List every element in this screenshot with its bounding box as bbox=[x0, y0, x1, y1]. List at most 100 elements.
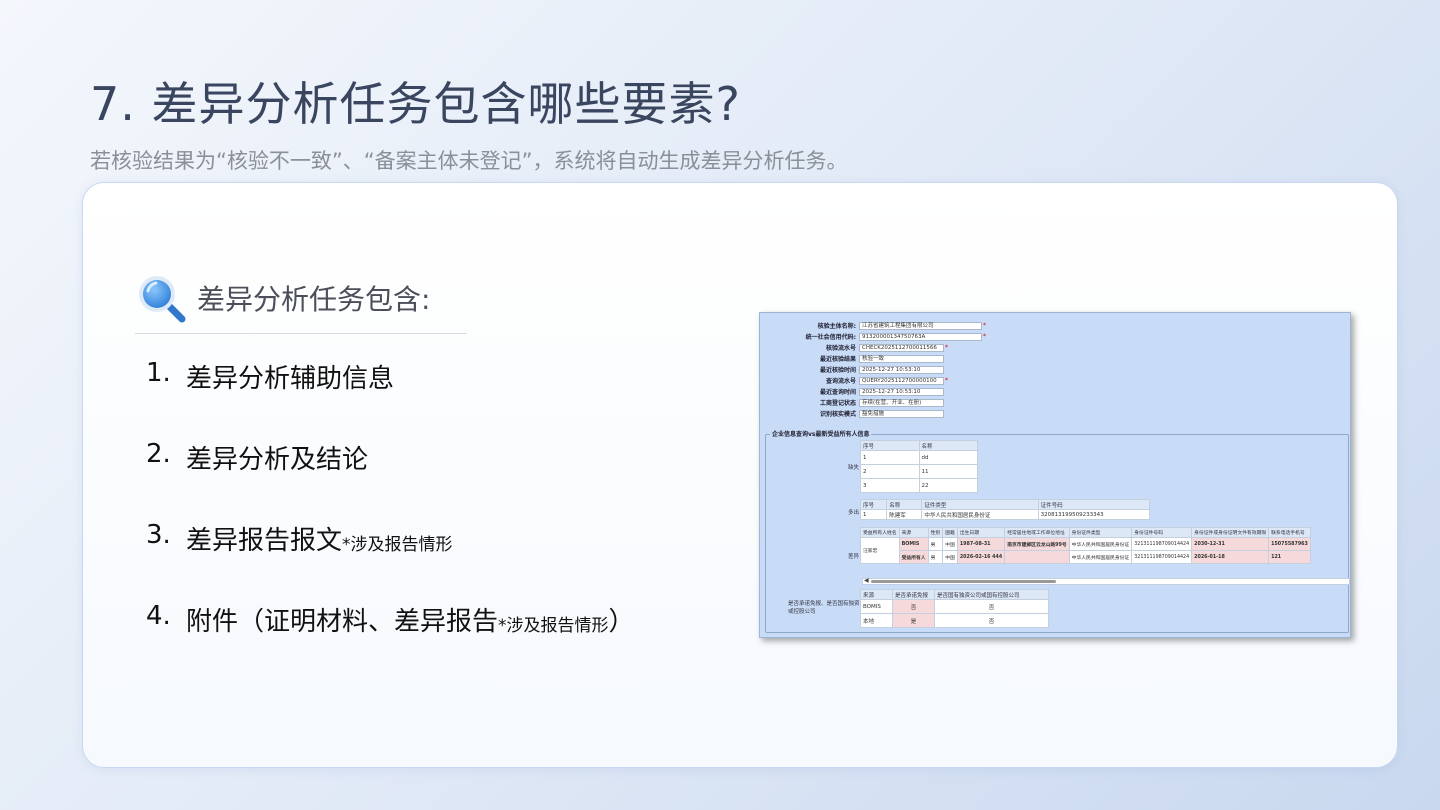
field-value[interactable]: 江苏省建筑工程集团有限公司 bbox=[859, 321, 982, 330]
table-cell: 15075587963 bbox=[1268, 537, 1311, 551]
requirement-list: 1. 差异分析辅助信息 2. 差异分析及结论 3. 差异报告报文 *涉及报告情形… bbox=[146, 358, 635, 682]
column-header: 是否承诺免报 bbox=[892, 589, 935, 600]
scrollbar-thumb[interactable] bbox=[871, 580, 1056, 583]
table-cell: 320813199509233343 bbox=[1037, 509, 1151, 520]
table-cell: BOMIS bbox=[898, 537, 929, 551]
table-row: 1 dd bbox=[860, 450, 978, 465]
table-cell: 中华人民共和国居民身份证 bbox=[1068, 550, 1133, 564]
item-text: 差异分析及结论 bbox=[186, 445, 369, 475]
fieldset-legend: 企业信息查询vs最新受益所有人信息 bbox=[770, 429, 872, 438]
column-header: 受益所有人姓名 bbox=[860, 527, 900, 538]
required-mark: * bbox=[945, 377, 948, 384]
table-cell: 1987-08-31 bbox=[956, 537, 1006, 551]
extra-table: 序号 名称 证件类型 证件号码 1 陈建军 中华人民共和国居民身份证 32081… bbox=[859, 499, 1151, 520]
form-field: 统一社会信用代码: 91320000134750763A * bbox=[760, 332, 986, 341]
diff-table: 受益所有人姓名 来源 性别 国籍 出生日期 经常居住地或工作单位地址 身份证件类… bbox=[860, 527, 1311, 564]
table-cell: 2026-02-16 444 bbox=[956, 550, 1006, 564]
column-header: 来源 bbox=[860, 589, 893, 600]
field-value[interactable]: 2025-12-27 10:53:10 bbox=[859, 365, 944, 374]
form-field: 最近核验结果 核验一致 bbox=[760, 354, 944, 363]
column-header: 证件号码 bbox=[1037, 499, 1151, 510]
column-header: 来源 bbox=[898, 527, 929, 538]
table-cell: 陈建军 bbox=[886, 509, 923, 520]
table-row: 本地 是 否 bbox=[860, 613, 1049, 628]
state-table: 来源 是否承诺免报 是否国有独资公司或国有控股公司 BOMIS 否 否 本地 是… bbox=[860, 589, 1049, 628]
column-header: 序号 bbox=[860, 440, 920, 451]
state-label: 是否承诺免报、是否国有独资或控股公司 bbox=[788, 601, 860, 615]
table-cell: 2026-01-18 bbox=[1191, 550, 1270, 564]
slide-title: 7. 差异分析任务包含哪些要素? bbox=[90, 77, 741, 131]
column-header: 国籍 bbox=[942, 527, 958, 538]
column-header: 出生日期 bbox=[956, 527, 1006, 538]
column-header: 身份证件或身份证明文件有效期限 bbox=[1191, 527, 1270, 538]
table-row: 3 22 bbox=[860, 478, 978, 493]
item-text: 差异分析辅助信息 bbox=[186, 364, 395, 394]
field-label: 最近查询时间 bbox=[819, 389, 856, 396]
table-cell: 是 bbox=[892, 613, 935, 628]
field-value[interactable]: 豁免措施 bbox=[859, 409, 944, 418]
column-header: 名称 bbox=[918, 440, 978, 451]
item-text: 附件（证明材料、差异报告 bbox=[186, 607, 499, 637]
list-item: 2. 差异分析及结论 bbox=[146, 439, 635, 520]
table-cell: 22 bbox=[918, 478, 978, 493]
table-cell: 321311198709014424 bbox=[1131, 537, 1193, 551]
field-value[interactable]: 存续(在营、开业、在册) bbox=[859, 398, 944, 407]
table-cell: 中国 bbox=[942, 537, 958, 551]
field-label: 最近核验时间 bbox=[819, 367, 856, 374]
table-cell: 否 bbox=[892, 599, 935, 614]
form-field: 工商登记状态 存续(在营、开业、在册) bbox=[760, 398, 944, 407]
section-divider bbox=[135, 333, 467, 334]
field-label: 核验流水号 bbox=[825, 345, 856, 352]
required-mark: * bbox=[983, 333, 986, 340]
missing-table: 序号 名称 1 dd 2 11 3 22 bbox=[860, 440, 978, 493]
field-label: 工商登记状态 bbox=[819, 400, 856, 407]
item-number: 3. bbox=[146, 520, 171, 550]
section-header: 差异分析任务包含: bbox=[135, 272, 430, 324]
column-header: 证件类型 bbox=[921, 499, 1039, 510]
field-value[interactable]: CHECK2025112700011566 bbox=[859, 343, 944, 352]
owner-name-cell: 汪家宏 bbox=[860, 537, 900, 564]
table-cell bbox=[1004, 550, 1070, 564]
table-row: 1 陈建军 中华人民共和国居民身份证 320813199509233343 bbox=[859, 509, 1151, 520]
table-cell: 1 bbox=[860, 450, 920, 465]
table-cell: 11 bbox=[918, 464, 978, 479]
field-value[interactable]: 91320000134750763A bbox=[859, 332, 982, 341]
table-cell: 否 bbox=[934, 613, 1049, 628]
extra-label: 多出 bbox=[848, 510, 860, 516]
table-cell: 1 bbox=[859, 509, 888, 520]
table-cell: 2 bbox=[860, 464, 920, 479]
system-form-screenshot: 核验主体名称: 江苏省建筑工程集团有限公司 * 统一社会信用代码: 913200… bbox=[759, 312, 1351, 638]
form-field: 最近查询时间 2025-12-27 10:53:10 bbox=[760, 387, 944, 396]
item-number: 1. bbox=[146, 358, 171, 388]
table-cell: dd bbox=[918, 450, 978, 465]
slide-subtitle: 若核验结果为“核验不一致”、“备案主体未登记”，系统将自动生成差异分析任务。 bbox=[90, 149, 848, 173]
column-header: 身份证件号码 bbox=[1131, 527, 1193, 538]
table-cell: 3 bbox=[860, 478, 920, 493]
table-cell: 男 bbox=[927, 550, 944, 564]
field-value[interactable]: 核验一致 bbox=[859, 354, 944, 363]
table-cell: 中国 bbox=[942, 550, 958, 564]
table-cell: 中华人民共和国居民身份证 bbox=[1068, 537, 1133, 551]
column-header: 联系电话手机号 bbox=[1268, 527, 1311, 538]
field-value[interactable]: QUERY2025112700000100 bbox=[859, 376, 944, 385]
horizontal-scrollbar[interactable]: ◀ bbox=[862, 577, 1350, 585]
list-item: 1. 差异分析辅助信息 bbox=[146, 358, 635, 439]
diff-label: 差异 bbox=[848, 554, 860, 560]
item-note: *涉及报告情形 bbox=[498, 616, 609, 636]
form-field: 核验主体名称: 江苏省建筑工程集团有限公司 * bbox=[760, 321, 986, 330]
column-header: 序号 bbox=[859, 499, 888, 510]
item-tail: ） bbox=[608, 607, 635, 637]
field-value[interactable]: 2025-12-27 10:53:10 bbox=[859, 387, 944, 396]
field-label: 统一社会信用代码: bbox=[805, 334, 856, 341]
table-row: 受益所有人 男 中国 2026-02-16 444 中华人民共和国居民身份证 3… bbox=[861, 550, 1311, 564]
table-cell: 中华人民共和国居民身份证 bbox=[921, 509, 1039, 520]
item-number: 4. bbox=[146, 601, 171, 631]
table-row: 汪家宏 BOMIS 男 中国 1987-08-31 南京市建邺区云龙山路99号 … bbox=[860, 537, 1311, 564]
scroll-left-icon[interactable]: ◀ bbox=[864, 577, 869, 584]
table-cell: 南京市建邺区云龙山路99号 bbox=[1004, 537, 1070, 551]
column-header: 性别 bbox=[927, 527, 944, 538]
list-item: 4. 附件（证明材料、差异报告 *涉及报告情形 ） bbox=[146, 601, 635, 682]
section-heading: 差异分析任务包含: bbox=[197, 283, 431, 316]
form-field: 查询流水号 QUERY2025112700000100 * bbox=[760, 376, 948, 385]
field-label: 识别核实模式 bbox=[819, 411, 856, 418]
